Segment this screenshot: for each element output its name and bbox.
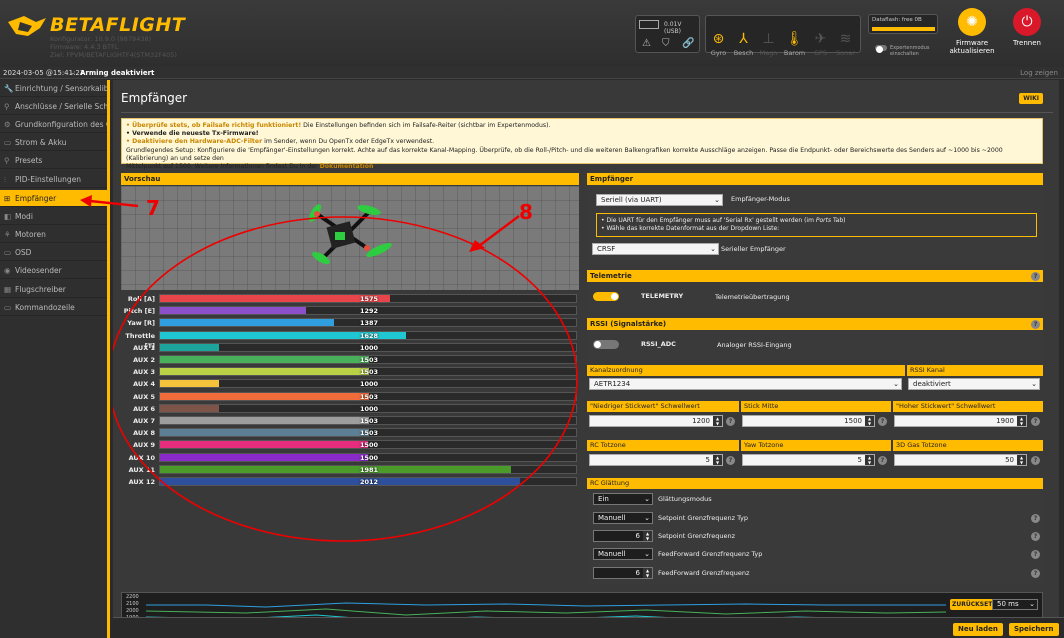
- sidebar-item-pid[interactable]: ⫶ PID-Einstellungen: [0, 171, 107, 188]
- gps-icon: ✈: [814, 31, 827, 47]
- gear-icon: ⚙: [4, 120, 11, 129]
- refresh-button[interactable]: Neu laden: [953, 623, 1003, 636]
- graph-interval-select[interactable]: 50 ms ⌄: [992, 599, 1038, 610]
- sonar-icon: ≋: [839, 31, 852, 47]
- sensor-status-box: ⊛ Gyro ⅄ Besch ⊥ Magn 🌡 Barom ✈ GPS ≋ Sonar: [705, 15, 861, 57]
- dataflash-label: Dataflash: free 0B: [872, 17, 922, 23]
- warning-icon: ⚠: [642, 38, 651, 49]
- battery-status-box: 0.01V (USB) ⚠ ⛉ 🔗: [635, 15, 700, 53]
- wrench-icon: 🔧: [4, 84, 14, 93]
- arming-status: Arming deaktiviert: [80, 69, 155, 77]
- status-bar: 2024-03-05 @15:41:27 – Arming deaktivier…: [0, 67, 1064, 79]
- sidebar-item-power[interactable]: ▭ Strom & Akku: [0, 134, 107, 151]
- sidebar-item-osd[interactable]: ▭ OSD: [0, 244, 107, 261]
- battery-icon: [639, 20, 659, 29]
- sidebar-item-ports[interactable]: ⚲Anschlüsse / Serielle Schn...: [0, 98, 107, 115]
- battery-icon: ▭: [4, 138, 12, 147]
- firmware-update-button[interactable]: ✺ Firmware aktualisieren: [946, 8, 998, 55]
- betaflight-bee-icon: [8, 16, 46, 36]
- bottom-toolbar: Neu laden Speichern: [113, 617, 1064, 638]
- app-window: BETAFLIGHT Konfigurator: 10.9.0 (9879438…: [0, 0, 1064, 638]
- show-log-link[interactable]: Log zeigen: [1020, 69, 1058, 77]
- disconnect-button[interactable]: ⏻ Trennen: [1001, 8, 1053, 47]
- annotation-number-8: 8: [519, 200, 533, 224]
- firmware-version: Firmware: 4.4.3 BTFL: [50, 43, 119, 51]
- sidebar: 🔧Einrichtung / Sensorkalibr... ⚲Anschlüs…: [0, 80, 110, 638]
- sidebar-item-blackbox[interactable]: ▦ Flugschreiber: [0, 281, 107, 298]
- battery-voltage: 0.01V (USB): [664, 21, 682, 35]
- sidebar-item-vtx[interactable]: ◉ Videosender: [0, 262, 107, 279]
- usb-plug-icon: ⏻: [1013, 8, 1041, 36]
- save-button[interactable]: Speichern: [1009, 623, 1059, 636]
- vtx-icon: ◉: [4, 266, 11, 275]
- mag-icon: ⊥: [762, 31, 775, 47]
- motor-icon: ⚘: [4, 230, 11, 239]
- presets-icon: ⚲: [4, 156, 10, 165]
- firmware-chip-icon: ✺: [958, 8, 986, 36]
- dataflash-bar: [872, 27, 935, 31]
- annotation-arrow-7: [80, 195, 139, 208]
- sensor-gps: ✈ GPS: [808, 31, 833, 57]
- osd-icon: ▭: [4, 248, 12, 257]
- sensor-sonar: ≋ Sonar: [833, 31, 858, 57]
- receiver-tab-content: Empfänger WIKI • Überprüfe stets, ob Fai…: [113, 80, 1059, 638]
- plug-icon: ⚲: [4, 102, 10, 111]
- cli-icon: ▭: [4, 303, 12, 312]
- gyro-icon: ⊛: [712, 31, 725, 47]
- sidebar-item-configuration[interactable]: ⚙Grundkonfiguration des C...: [0, 116, 107, 133]
- accel-icon: ⅄: [739, 31, 748, 47]
- configurator-version: Konfigurator: 10.9.0 (9879438): [50, 35, 152, 43]
- sidebar-item-setup[interactable]: 🔧Einrichtung / Sensorkalibr...: [0, 80, 107, 97]
- pid-icon: ⫶: [4, 175, 6, 184]
- chevron-down-icon: ⌄: [1029, 600, 1035, 608]
- blackbox-icon: ▦: [4, 285, 12, 294]
- sensor-mag: ⊥ Magn: [756, 31, 781, 57]
- sidebar-item-cli[interactable]: ▭ Kommandozeile: [0, 299, 107, 316]
- receiver-icon: ⊞: [4, 194, 11, 203]
- sidebar-item-presets[interactable]: ⚲ Presets: [0, 152, 107, 169]
- annotation-number-7: 7: [146, 196, 160, 220]
- baro-icon: 🌡: [785, 31, 804, 47]
- sensor-gyro: ⊛ Gyro: [706, 31, 731, 57]
- sidebar-item-motors[interactable]: ⚘ Motoren: [0, 226, 107, 243]
- sensor-baro: 🌡 Barom: [783, 31, 806, 57]
- board-target: Ziel: FPVM/BETAFLIGHTF4(STM32F405): [50, 51, 177, 59]
- dataflash-box: Dataflash: free 0B: [868, 14, 938, 34]
- sensor-accel: ⅄ Besch: [731, 31, 756, 57]
- app-logo-text: BETAFLIGHT: [50, 14, 186, 36]
- expert-mode-toggle[interactable]: [875, 45, 887, 53]
- modes-icon: ◧: [4, 212, 12, 221]
- expert-mode-label: Expertenmodus einschalten: [890, 45, 930, 57]
- header: BETAFLIGHT Konfigurator: 10.9.0 (9879438…: [0, 0, 1064, 67]
- annotation-layer: [113, 215, 578, 542]
- link-icon: 🔗: [682, 38, 695, 49]
- failsafe-icon: ⛉: [662, 38, 670, 49]
